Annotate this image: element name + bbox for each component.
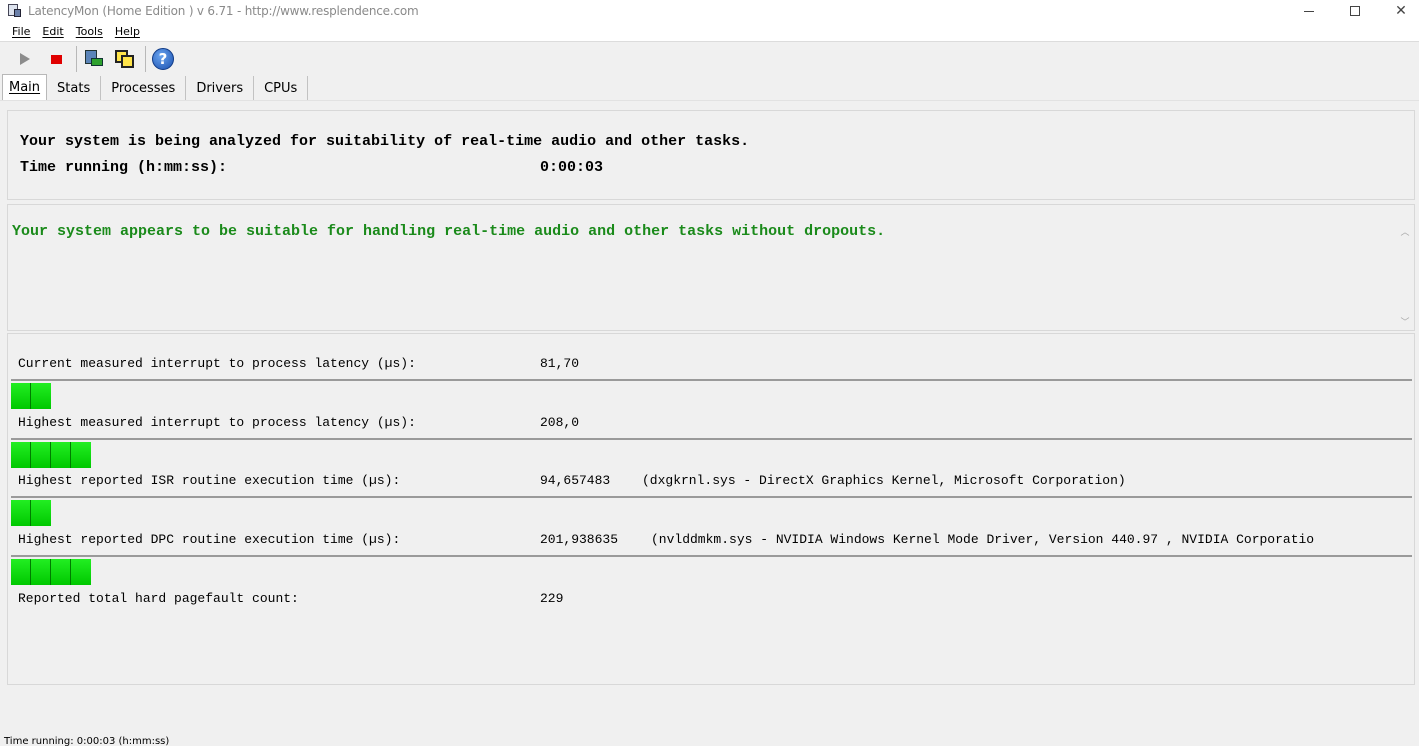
- dpc-execution-label: Highest reported DPC routine execution t…: [18, 532, 401, 547]
- tab-strip: Main Stats Processes Drivers CPUs: [2, 74, 309, 100]
- tab-processes[interactable]: Processes: [101, 76, 187, 100]
- start-button[interactable]: [12, 46, 38, 72]
- help-icon: ?: [152, 48, 174, 70]
- menu-tools[interactable]: Tools: [73, 25, 106, 38]
- menu-edit[interactable]: Edit: [39, 25, 66, 38]
- drivers-button[interactable]: [81, 46, 107, 72]
- status-time-running: Time running: 0:00:03 (h:mm:ss): [4, 736, 170, 746]
- toolbar: ?: [0, 43, 1419, 75]
- bar-segment: [51, 442, 71, 468]
- dpc-execution-bar: [11, 555, 1412, 585]
- result-message-panel: Your system appears to be suitable for h…: [7, 204, 1415, 331]
- menu-file[interactable]: File: [9, 25, 33, 38]
- time-running-value: 0:00:03: [540, 159, 604, 176]
- tab-stats[interactable]: Stats: [47, 76, 102, 100]
- dpc-execution-value: 201,938635: [540, 532, 619, 547]
- window-title: LatencyMon (Home Edition ) v 6.71 - http…: [28, 4, 419, 18]
- current-latency-label: Current measured interrupt to process la…: [18, 356, 416, 371]
- isr-execution-bar-fill: [11, 500, 51, 526]
- time-running-label: Time running (h:mm:ss):: [20, 159, 228, 176]
- analysis-status-text: Your system is being analyzed for suitab…: [20, 133, 750, 150]
- close-button[interactable]: ✕: [1378, 0, 1419, 22]
- bar-segment: [31, 559, 51, 585]
- tab-cpus[interactable]: CPUs: [254, 76, 309, 100]
- tab-stats-label: Stats: [57, 80, 91, 96]
- toolbar-separator: [145, 46, 146, 72]
- bar-segment: [71, 442, 91, 468]
- isr-execution-value: 94,657483: [540, 473, 611, 488]
- menu-help[interactable]: Help: [112, 25, 143, 38]
- bar-segment: [11, 442, 31, 468]
- bar-segment: [31, 442, 51, 468]
- analysis-panel: Your system is being analyzed for suitab…: [7, 110, 1415, 200]
- tab-main[interactable]: Main: [2, 74, 48, 100]
- dpc-driver-detail: (nvlddmkm.sys - NVIDIA Windows Kernel Mo…: [651, 532, 1315, 547]
- dpc-execution-bar-fill: [11, 559, 91, 585]
- scroll-up-arrow-icon[interactable]: ︿: [1398, 225, 1412, 238]
- bar-segment: [11, 559, 31, 585]
- pagefault-count-value: 229: [540, 591, 564, 606]
- status-bar: Time running: 0:00:03 (h:mm:ss): [0, 733, 1419, 746]
- bar-segment: [11, 383, 31, 409]
- play-icon: [20, 53, 30, 65]
- toolbar-separator: [76, 46, 77, 72]
- current-latency-bar: [11, 379, 1412, 409]
- metrics-panel: Current measured interrupt to process la…: [7, 333, 1415, 685]
- isr-execution-bar: [11, 496, 1412, 526]
- stop-icon: [50, 54, 62, 64]
- bar-segment: [71, 559, 91, 585]
- windows-button[interactable]: [112, 46, 138, 72]
- maximize-button[interactable]: [1332, 0, 1378, 22]
- current-latency-value: 81,70: [540, 356, 580, 371]
- tab-processes-label: Processes: [111, 80, 176, 96]
- drivers-icon: [83, 48, 105, 70]
- latencymon-app-icon: [8, 4, 22, 18]
- tab-drivers[interactable]: Drivers: [186, 76, 255, 100]
- highest-latency-bar: [11, 438, 1412, 468]
- current-latency-bar-fill: [11, 383, 51, 409]
- bar-segment: [11, 500, 31, 526]
- scroll-down-arrow-icon[interactable]: ﹀: [1398, 315, 1412, 328]
- pagefault-count-label: Reported total hard pagefault count:: [18, 591, 299, 606]
- highest-latency-label: Highest measured interrupt to process la…: [18, 415, 416, 430]
- result-message: Your system appears to be suitable for h…: [12, 223, 886, 240]
- tab-main-label: Main: [9, 80, 41, 95]
- maximize-icon: [1350, 6, 1360, 16]
- highest-latency-value: 208,0: [540, 415, 580, 430]
- highest-latency-bar-fill: [11, 442, 91, 468]
- title-bar: LatencyMon (Home Edition ) v 6.71 - http…: [0, 0, 1419, 22]
- bar-segment: [31, 500, 51, 526]
- close-icon: ✕: [1395, 3, 1407, 19]
- bar-segment: [51, 559, 71, 585]
- stop-button[interactable]: [43, 46, 69, 72]
- windows-icon: [114, 48, 136, 70]
- isr-driver-detail: (dxgkrnl.sys - DirectX Graphics Kernel, …: [642, 473, 1126, 488]
- isr-execution-label: Highest reported ISR routine execution t…: [18, 473, 401, 488]
- help-button[interactable]: ?: [150, 46, 176, 72]
- tab-drivers-label: Drivers: [196, 80, 244, 96]
- tab-cpus-label: CPUs: [264, 80, 298, 96]
- minimize-icon: [1304, 10, 1314, 12]
- bar-segment: [31, 383, 51, 409]
- minimize-button[interactable]: [1286, 0, 1332, 22]
- menu-bar: File Edit Tools Help: [0, 22, 1419, 42]
- tab-divider: [0, 100, 1419, 101]
